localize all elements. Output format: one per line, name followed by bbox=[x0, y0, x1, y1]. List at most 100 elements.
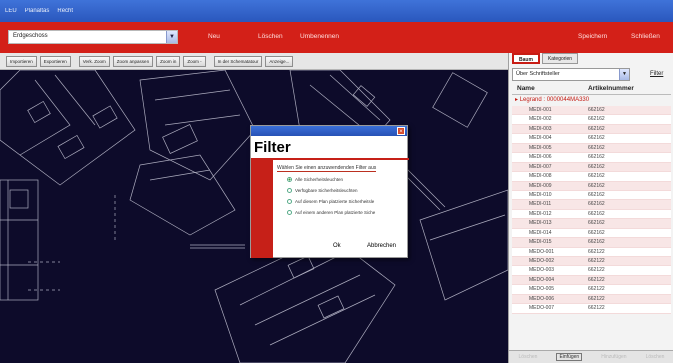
dialog-title: Filter bbox=[254, 139, 291, 156]
filter-option-all[interactable]: Alle Sicherheitsleuchten bbox=[287, 177, 343, 182]
table-row[interactable]: MEDI-002 662162 bbox=[512, 115, 671, 125]
chevron-down-icon[interactable]: ▼ bbox=[166, 31, 177, 43]
fixture-article-number: 662162 bbox=[588, 107, 605, 113]
ok-button[interactable]: Ok bbox=[333, 243, 341, 249]
table-row[interactable]: MEDI-001 662162 bbox=[512, 106, 671, 116]
table-row[interactable]: MEDI-012 662162 bbox=[512, 209, 671, 220]
dialog-prompt: Wählen Sie einen anzuwendenden Filter au… bbox=[277, 165, 377, 172]
fixture-article-number: 662162 bbox=[588, 163, 605, 170]
table-row[interactable]: MEDI-013 662162 bbox=[512, 219, 671, 229]
add-action[interactable]: Hinzufügen bbox=[601, 354, 626, 360]
new-button[interactable]: Neu bbox=[208, 33, 220, 40]
column-header-article[interactable]: Artikelnummer bbox=[588, 85, 634, 94]
filter-option-label: Alle Sicherheitsleuchten bbox=[295, 177, 344, 182]
dialog-titlebar: × bbox=[251, 126, 407, 136]
plan-toolbar: Importieren Exportieren Verk. Zoom Zoom … bbox=[0, 53, 508, 70]
fixture-name: MEDI-002 bbox=[529, 116, 552, 123]
fixture-name: MEDI-009 bbox=[529, 182, 552, 189]
fixture-name: MEDI-014 bbox=[529, 229, 552, 236]
fixture-name: MEDO-003 bbox=[529, 267, 555, 274]
cancel-button[interactable]: Abbrechen bbox=[367, 243, 396, 249]
filter-option-label: Verfügbare Sicherheitsleuchten bbox=[295, 188, 358, 193]
radio-icon[interactable] bbox=[287, 210, 292, 215]
window-titlebar: LEU Planaltas Recht bbox=[0, 0, 673, 22]
column-header-name[interactable]: Name bbox=[512, 85, 588, 94]
table-row[interactable]: MEDO-003 662122 bbox=[512, 266, 671, 276]
tab-tree[interactable]: Baum bbox=[512, 53, 540, 64]
filter-option-label: Auf diesem Plan platzierte Sicherheitsle bbox=[295, 199, 375, 204]
radio-icon[interactable] bbox=[287, 188, 292, 193]
filter-option-other-plan[interactable]: Auf einem anderen Plan platzierte Siche bbox=[287, 210, 375, 215]
remove-action[interactable]: Löschen bbox=[646, 354, 665, 360]
zoom-fit-button[interactable]: Zoom anpassen bbox=[112, 55, 154, 67]
table-row[interactable]: MEDI-010 662162 bbox=[512, 190, 671, 201]
dialog-body: Wählen Sie einen anzuwendenden Filter au… bbox=[251, 158, 409, 258]
table-row[interactable]: MEDI-006 662162 bbox=[512, 153, 671, 163]
floor-plan-canvas[interactable]: × Filter Wählen Sie einen anzuwendenden … bbox=[0, 70, 508, 363]
table-row[interactable]: MEDO-002 662122 bbox=[512, 257, 671, 267]
zoom-in-button[interactable]: Zoom in bbox=[156, 55, 181, 67]
table-row[interactable]: MEDO-004 662122 bbox=[512, 275, 671, 286]
panel-tabs: Baum Kategorien bbox=[509, 53, 673, 65]
table-row[interactable]: MEDI-008 662162 bbox=[512, 172, 671, 182]
grouping-select[interactable]: Über Schriftsteller ▼ bbox=[512, 68, 630, 81]
table-row[interactable]: MEDI-007 662162 bbox=[512, 162, 671, 173]
table-row[interactable]: MEDO-006 662122 bbox=[512, 294, 671, 305]
fixture-article-number: 662162 bbox=[588, 116, 605, 123]
table-row[interactable]: MEDI-015 662162 bbox=[512, 238, 671, 248]
fixture-article-number: 662162 bbox=[588, 144, 605, 151]
close-button[interactable]: Schließen bbox=[631, 33, 660, 40]
filter-option-available[interactable]: Verfügbare Sicherheitsleuchten bbox=[287, 188, 358, 193]
table-row[interactable]: MEDI-004 662162 bbox=[512, 134, 671, 144]
radio-selected-icon[interactable] bbox=[287, 177, 292, 182]
table-row[interactable]: MEDO-007 662122 bbox=[512, 304, 671, 314]
title-item-3: Recht bbox=[57, 8, 74, 14]
fixture-article-number: 662162 bbox=[588, 201, 605, 208]
fixture-panel: Baum Kategorien Über Schriftsteller ▼ Fi… bbox=[508, 53, 673, 363]
fixture-name: MEDI-006 bbox=[529, 154, 552, 161]
fixture-name: MEDI-001 bbox=[529, 107, 552, 113]
fixture-name: MEDI-008 bbox=[529, 173, 552, 180]
zoom-out-button[interactable]: Zoom - bbox=[183, 55, 206, 67]
schema-tour-button[interactable]: In der Schematatour bbox=[213, 55, 263, 67]
tab-categories[interactable]: Kategorien bbox=[541, 53, 579, 64]
floor-select-value: Erdgeschoss bbox=[13, 33, 48, 39]
filter-option-label: Auf einem anderen Plan platzierte Siche bbox=[295, 210, 376, 215]
table-row[interactable]: MEDI-014 662162 bbox=[512, 228, 671, 239]
fixture-name: MEDI-005 bbox=[529, 144, 552, 151]
title-item-2: Planaltas bbox=[24, 8, 50, 14]
insert-action[interactable]: Einfügen bbox=[556, 353, 583, 361]
table-header: Name Artikelnummer bbox=[512, 85, 671, 95]
fixture-article-number: 662122 bbox=[588, 267, 605, 274]
table-row[interactable]: MEDI-005 662162 bbox=[512, 143, 671, 154]
table-row[interactable]: MEDI-011 662162 bbox=[512, 200, 671, 210]
dialog-accent-strip bbox=[251, 160, 273, 258]
radio-icon[interactable] bbox=[287, 199, 292, 204]
export-button[interactable]: Exportieren bbox=[39, 55, 71, 67]
fixture-list: MEDI-001 662162 MEDI-002 662162 MEDI-003 6621… bbox=[512, 106, 671, 314]
filter-link[interactable]: Filter bbox=[650, 71, 663, 77]
grouping-select-value: Über Schriftsteller bbox=[516, 71, 560, 77]
display-button[interactable]: Anzeige... bbox=[265, 55, 294, 67]
table-row[interactable]: MEDO-001 662122 bbox=[512, 247, 671, 257]
zoom-reset-button[interactable]: Verk. Zoom bbox=[78, 55, 110, 67]
fixture-article-number: 662162 bbox=[588, 191, 605, 198]
group-row[interactable]: ▸ Legrand : 0000044MA330 bbox=[512, 96, 671, 106]
delete-button[interactable]: Löschen bbox=[258, 33, 283, 40]
fixture-article-number: 662162 bbox=[588, 239, 605, 246]
fixture-name: MEDI-007 bbox=[529, 163, 552, 170]
fixture-name: MEDI-015 bbox=[529, 239, 552, 246]
delete-action[interactable]: Löschen bbox=[519, 354, 538, 360]
fixture-name: MEDO-005 bbox=[529, 286, 555, 293]
rename-button[interactable]: Umbenennen bbox=[300, 33, 339, 40]
chevron-down-icon[interactable]: ▼ bbox=[619, 69, 629, 80]
floor-select[interactable]: Erdgeschoss ▼ bbox=[8, 30, 178, 44]
fixture-name: MEDO-007 bbox=[529, 305, 555, 312]
table-row[interactable]: MEDI-003 662162 bbox=[512, 124, 671, 135]
save-button[interactable]: Speichern bbox=[578, 33, 607, 40]
table-row[interactable]: MEDO-005 662122 bbox=[512, 285, 671, 295]
filter-option-this-plan[interactable]: Auf diesem Plan platzierte Sicherheitsle bbox=[287, 199, 374, 204]
import-button[interactable]: Importieren bbox=[6, 55, 37, 67]
close-icon[interactable]: × bbox=[397, 127, 405, 135]
table-row[interactable]: MEDI-009 662162 bbox=[512, 181, 671, 191]
